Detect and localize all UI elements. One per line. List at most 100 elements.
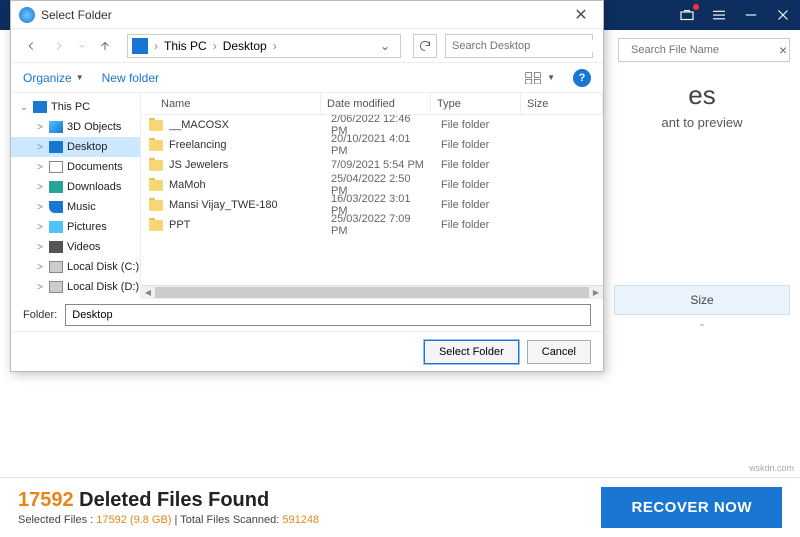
file-type: File folder — [435, 119, 525, 131]
nav-forward-button[interactable] — [49, 36, 69, 56]
tree-item[interactable]: >Local Disk (C:) — [11, 257, 140, 277]
refresh-button[interactable] — [413, 34, 437, 58]
tree-item[interactable]: > Desktop — [11, 137, 140, 157]
dialog-title: Select Folder — [41, 8, 567, 22]
chevron-down-icon: ▼ — [547, 73, 555, 82]
file-row[interactable]: Freelancing20/10/2021 4:01 PMFile folder — [141, 135, 603, 155]
expand-icon[interactable]: > — [35, 182, 45, 193]
tree-item[interactable]: >3D Objects — [11, 117, 140, 137]
clear-search-icon[interactable]: × — [779, 43, 787, 57]
new-folder-button[interactable]: New folder — [102, 71, 159, 85]
tree-label: Local Disk (D:) — [67, 281, 139, 293]
scroll-thumb[interactable] — [155, 287, 589, 298]
tree-item[interactable]: > Pictures — [11, 217, 140, 237]
tree-label: This PC — [51, 101, 90, 113]
tree-item[interactable]: ⌄ This PC — [11, 97, 140, 117]
tree-label: Documents — [67, 161, 123, 173]
toolbox-icon[interactable] — [678, 6, 696, 24]
file-list-header: Name Date modified Type Size — [141, 93, 603, 115]
breadcrumb-this-pc[interactable]: This PC — [160, 39, 211, 53]
file-name: MaMoh — [169, 179, 325, 191]
expand-icon[interactable]: > — [35, 162, 45, 173]
size-value-row: - — [614, 315, 790, 333]
recover-button[interactable]: RECOVER NOW — [601, 487, 782, 528]
preview-hint-partial: ant to preview — [614, 115, 790, 130]
file-list: Name Date modified Type Size __MACOSX2/0… — [141, 93, 603, 299]
menu-icon[interactable] — [710, 6, 728, 24]
expand-icon[interactable]: > — [35, 282, 45, 293]
dialog-nav-bar: › This PC › Desktop › ⌄ — [11, 29, 603, 63]
tree-item[interactable]: > Documents — [11, 157, 140, 177]
tree-item[interactable]: >Downloads — [11, 177, 140, 197]
file-row[interactable]: MaMoh25/04/2022 2:50 PMFile folder — [141, 175, 603, 195]
file-row[interactable]: PPT25/03/2022 7:09 PMFile folder — [141, 215, 603, 235]
selected-files: 17592 (9.8 GB) — [96, 514, 171, 526]
expand-icon[interactable]: > — [35, 222, 45, 233]
expand-icon[interactable]: > — [35, 242, 45, 253]
file-date: 7/09/2021 5:54 PM — [325, 159, 435, 171]
address-bar[interactable]: › This PC › Desktop › ⌄ — [127, 34, 401, 58]
tree-icon — [49, 241, 63, 253]
expand-icon[interactable]: > — [35, 142, 45, 153]
select-folder-button[interactable]: Select Folder — [424, 340, 519, 364]
close-icon[interactable] — [774, 6, 792, 24]
folder-name-input[interactable] — [65, 304, 591, 326]
nav-back-button[interactable] — [21, 36, 41, 56]
expand-icon[interactable]: > — [35, 122, 45, 133]
file-name: Freelancing — [169, 139, 325, 151]
tree-item[interactable]: >Music — [11, 197, 140, 217]
folder-icon — [149, 140, 163, 151]
footer-prefix: Selected Files : — [18, 514, 96, 526]
breadcrumb-sep[interactable]: › — [211, 39, 219, 53]
nav-up-button[interactable] — [95, 36, 115, 56]
footer-mid: | Total Files Scanned: — [171, 514, 282, 526]
chevron-down-icon: ▼ — [76, 73, 84, 82]
expand-icon[interactable]: > — [35, 262, 45, 273]
column-name[interactable]: Name — [141, 93, 321, 114]
column-date[interactable]: Date modified — [321, 93, 431, 114]
tree-label: Desktop — [67, 141, 107, 153]
breadcrumb-sep[interactable]: › — [152, 39, 160, 53]
nav-tree[interactable]: ⌄This PC>3D Objects>Desktop>Documents>Do… — [11, 93, 141, 299]
tree-label: 3D Objects — [67, 121, 121, 133]
organize-button[interactable]: Organize▼ — [23, 71, 84, 85]
minimize-icon[interactable] — [742, 6, 760, 24]
tree-item[interactable]: > Videos — [11, 237, 140, 257]
breadcrumb-desktop[interactable]: Desktop — [219, 39, 271, 53]
dialog-close-button[interactable]: ✕ — [567, 3, 595, 27]
tree-label: Pictures — [67, 221, 107, 233]
file-row[interactable]: __MACOSX2/06/2022 12:46 PMFile folder — [141, 115, 603, 135]
scroll-left-icon[interactable]: ◀ — [141, 286, 155, 299]
file-date: 25/03/2022 7:09 PM — [325, 213, 435, 237]
address-dropdown-icon[interactable]: ⌄ — [374, 39, 396, 53]
expand-icon[interactable]: ⌄ — [19, 102, 29, 113]
file-rows[interactable]: __MACOSX2/06/2022 12:46 PMFile folderFre… — [141, 115, 603, 285]
scroll-right-icon[interactable]: ▶ — [589, 286, 603, 299]
file-type: File folder — [435, 179, 525, 191]
dialog-search-box[interactable] — [445, 34, 593, 58]
column-type[interactable]: Type — [431, 93, 521, 114]
cancel-button[interactable]: Cancel — [527, 340, 591, 364]
tree-label: Videos — [67, 241, 100, 253]
dialog-search-input[interactable] — [452, 40, 594, 52]
file-row[interactable]: Mansi Vijay_TWE-18016/03/2022 3:01 PMFil… — [141, 195, 603, 215]
dialog-titlebar: Select Folder ✕ — [11, 1, 603, 29]
help-button[interactable]: ? — [573, 69, 591, 87]
nav-recent-dropdown[interactable] — [77, 36, 87, 56]
dialog-button-row: Select Folder Cancel — [11, 331, 603, 371]
expand-icon[interactable]: > — [35, 202, 45, 213]
file-row[interactable]: JS Jewelers7/09/2021 5:54 PMFile folder — [141, 155, 603, 175]
file-type: File folder — [435, 219, 525, 231]
breadcrumb-sep[interactable]: › — [271, 39, 279, 53]
app-search-box[interactable]: × — [618, 38, 790, 62]
horizontal-scrollbar[interactable]: ◀ ▶ — [141, 285, 603, 299]
app-search-input[interactable] — [625, 44, 779, 56]
watermark: wskdn.com — [749, 463, 794, 473]
pc-icon — [132, 38, 148, 54]
column-size[interactable]: Size — [521, 93, 603, 114]
file-type: File folder — [435, 139, 525, 151]
size-column-header[interactable]: Size — [614, 285, 790, 315]
tree-icon — [49, 181, 63, 193]
tree-item[interactable]: > Local Disk (D:) — [11, 277, 140, 297]
view-mode-button[interactable]: ▼ — [525, 72, 555, 84]
